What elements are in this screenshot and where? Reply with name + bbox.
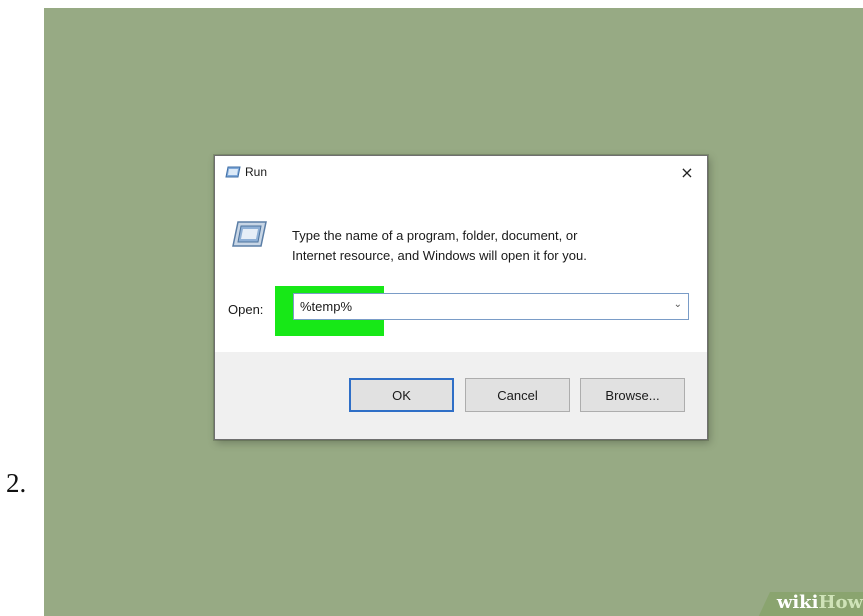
dialog-footer: OK Cancel Browse... [215, 352, 707, 439]
dialog-title: Run [245, 165, 268, 179]
step-number: 2. [6, 468, 27, 498]
cancel-button[interactable]: Cancel [465, 378, 570, 412]
watermark-part-1: wiki [776, 592, 819, 613]
open-label: Open: [228, 302, 264, 317]
description-line-1: Type the name of a program, folder, docu… [292, 228, 578, 243]
close-button[interactable]: × [667, 156, 707, 188]
browse-button[interactable]: Browse... [580, 378, 685, 412]
run-title-icon [225, 166, 241, 178]
watermark-part-2: How [818, 592, 863, 613]
dialog-description: Type the name of a program, folder, docu… [292, 226, 672, 266]
run-program-icon [232, 221, 267, 247]
screenshot-scene: Run × Type the name of a program, folder… [44, 8, 863, 616]
description-line-2: Internet resource, and Windows will open… [292, 248, 587, 263]
dialog-body: Type the name of a program, folder, docu… [215, 188, 707, 352]
chevron-down-icon[interactable]: ⌄ [674, 299, 682, 310]
title-bar: Run × [215, 156, 707, 188]
close-icon: × [680, 162, 694, 182]
ok-button[interactable]: OK [349, 378, 454, 412]
open-combobox[interactable]: ⌄ [293, 293, 689, 320]
run-dialog: Run × Type the name of a program, folder… [214, 155, 708, 440]
open-input[interactable] [294, 294, 384, 319]
watermark-logo: wikiHow [777, 592, 863, 613]
